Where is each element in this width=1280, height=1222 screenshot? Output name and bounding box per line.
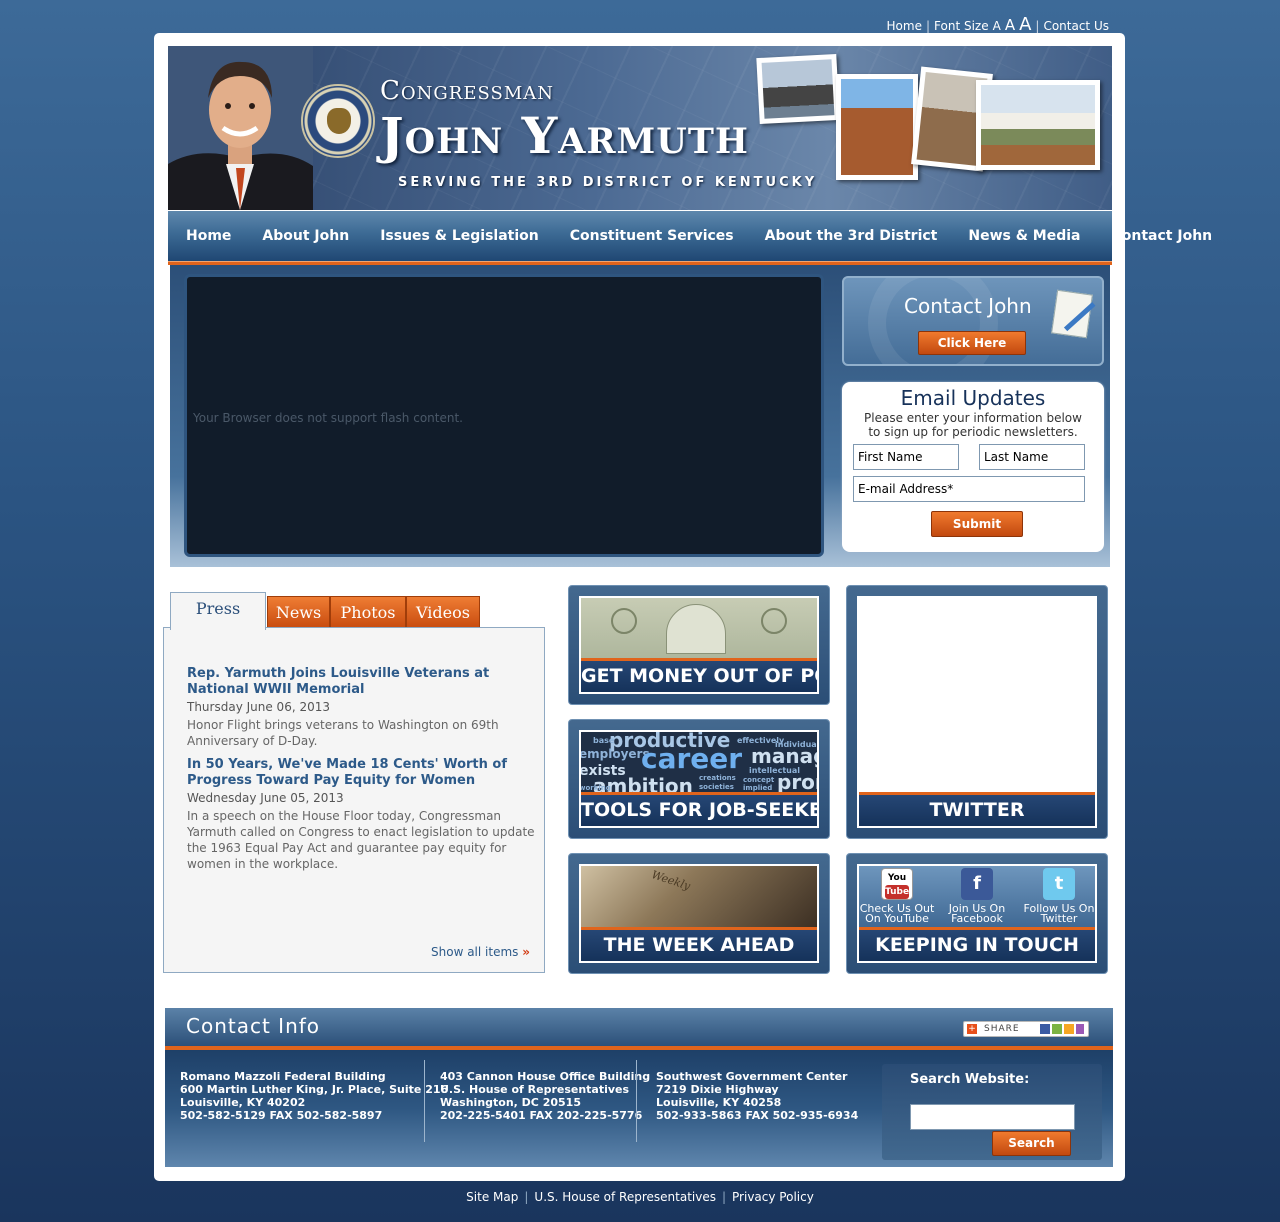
search-input[interactable] xyxy=(910,1104,1075,1130)
house-link[interactable]: U.S. House of Representatives xyxy=(534,1190,716,1204)
tab-press[interactable]: Press xyxy=(170,592,266,630)
week-ahead-tile[interactable]: Weekly THE WEEK AHEAD xyxy=(568,853,830,974)
privacy-policy-link[interactable]: Privacy Policy xyxy=(732,1190,814,1204)
nav-news-media[interactable]: News & Media xyxy=(950,228,1080,244)
press-date: Wednesday June 05, 2013 xyxy=(187,791,344,805)
contact-john-title: Contact John xyxy=(904,294,1032,318)
contact-info-header: Contact Info + SHARE xyxy=(165,1008,1113,1046)
house-seal-icon xyxy=(301,84,375,158)
last-name-field[interactable] xyxy=(979,444,1085,470)
facebook-link[interactable]: f Join Us On Facebook xyxy=(937,868,1017,924)
press-date: Thursday June 06, 2013 xyxy=(187,700,330,714)
skyline-photo xyxy=(756,53,840,125)
site-map-link[interactable]: Site Map xyxy=(466,1190,518,1204)
louisville-office-address: Romano Mazzoli Federal Building 600 Mart… xyxy=(180,1070,449,1122)
main-nav: Home About John Issues & Legislation Con… xyxy=(168,211,1212,261)
bat-building-photo xyxy=(836,74,918,180)
facebook-label: Join Us On Facebook xyxy=(948,902,1006,925)
youtube-label: Check Us Out On YouTube xyxy=(859,902,935,925)
plus-icon: + xyxy=(967,1024,977,1034)
chevron-right-icon: » xyxy=(522,945,530,959)
separator: | xyxy=(1035,19,1040,33)
washington-office-address: 403 Cannon House Office Building U.S. Ho… xyxy=(440,1070,651,1122)
banner-title-name: John Yarmuth xyxy=(380,106,749,165)
keeping-in-touch-tile: You Tube Check Us Out On YouTube f Join … xyxy=(846,853,1108,974)
southwest-office-address: Southwest Government Center 7219 Dixie H… xyxy=(656,1070,859,1122)
utility-nav: Home | Font Size A A A | Contact Us xyxy=(887,14,1109,35)
twitter-icon: t xyxy=(1043,868,1075,900)
nav-about-john[interactable]: About John xyxy=(244,228,349,244)
press-summary: In a speech on the House Floor today, Co… xyxy=(187,809,535,871)
tab-photos[interactable]: Photos xyxy=(330,596,406,628)
twitter-feed-area xyxy=(859,598,1095,792)
tab-news[interactable]: News xyxy=(267,596,330,628)
youtube-link[interactable]: You Tube Check Us Out On YouTube xyxy=(859,868,937,925)
page-frame: Congressman John Yarmuth SERVING THE 3RD… xyxy=(154,33,1212,1181)
youtube-icon: You xyxy=(887,873,907,883)
divider xyxy=(424,1060,425,1142)
press-panel: Rep. Yarmuth Joins Louisville Veterans a… xyxy=(163,627,545,973)
email-updates-title: Email Updates xyxy=(900,386,1046,410)
tab-videos[interactable]: Videos xyxy=(406,596,480,628)
separator: | xyxy=(925,19,931,33)
nav-issues-legislation[interactable]: Issues & Legislation xyxy=(362,228,539,244)
search-label: Search Website: xyxy=(910,1072,1030,1087)
banner-title-congressman: Congressman xyxy=(380,76,554,106)
footer-links: Site Map | U.S. House of Representatives | P… xyxy=(466,1190,814,1204)
job-seekers-tile[interactable]: productive employers career manag exists… xyxy=(568,719,830,839)
notepad-pen-icon xyxy=(1051,289,1096,339)
share-button[interactable]: + SHARE xyxy=(963,1021,1089,1037)
flash-slideshow[interactable]: Your Browser does not support flash cont… xyxy=(184,274,824,557)
press-headline[interactable]: In 50 Years, We've Made 18 Cents' Worth … xyxy=(187,757,537,789)
util-home-link[interactable]: Home xyxy=(887,19,922,33)
nav-about-district[interactable]: About the 3rd District xyxy=(747,228,938,244)
twitter-feed-tile[interactable]: TWITTER xyxy=(846,585,1108,839)
contact-info-title: Contact Info xyxy=(186,1014,321,1038)
twitter-tile-caption: TWITTER xyxy=(859,792,1095,826)
flash-unsupported-text: Your Browser does not support flash cont… xyxy=(193,411,463,425)
font-size-label: Font Size xyxy=(934,19,989,33)
search-button[interactable]: Search xyxy=(992,1131,1071,1156)
press-summary: Honor Flight brings veterans to Washingt… xyxy=(187,718,499,748)
email-updates-subtitle: Please enter your information below to s… xyxy=(864,411,1082,439)
facebook-icon: f xyxy=(961,868,993,900)
header-banner: Congressman John Yarmuth SERVING THE 3RD… xyxy=(168,46,1112,210)
show-all-label: Show all items xyxy=(431,945,519,959)
jobs-tile-caption: TOOLS FOR JOB-SEEKERS xyxy=(581,792,817,826)
social-links: You Tube Check Us Out On YouTube f Join … xyxy=(859,866,1095,928)
site-search: Search Website: Search xyxy=(882,1064,1102,1160)
util-contact-link[interactable]: Contact Us xyxy=(1043,19,1109,33)
news-tabs: Press News Photos Videos Rep. Yarmuth Jo… xyxy=(163,592,545,974)
press-item: Rep. Yarmuth Joins Louisville Veterans a… xyxy=(187,666,537,749)
keeping-in-touch-caption: KEEPING IN TOUCH xyxy=(859,927,1095,961)
first-name-field[interactable] xyxy=(853,444,959,470)
contact-john-box: Contact John Click Here xyxy=(842,276,1104,366)
banner-tagline: SERVING THE 3RD DISTRICT OF KENTUCKY xyxy=(398,175,818,190)
contact-info-body: Romano Mazzoli Federal Building 600 Mart… xyxy=(165,1050,1113,1167)
twitter-label: Follow Us On Twitter xyxy=(1023,902,1095,925)
email-updates-box: Email Updates Please enter your informat… xyxy=(842,382,1104,552)
nav-constituent-services[interactable]: Constituent Services xyxy=(552,228,734,244)
racetrack-photo xyxy=(976,80,1100,170)
font-size-medium[interactable]: A xyxy=(1005,16,1015,34)
email-address-field[interactable] xyxy=(853,476,1085,502)
congressman-portrait xyxy=(168,46,313,210)
money-tile-caption: GET MONEY OUT OF POLITICS xyxy=(581,658,817,692)
share-label: SHARE xyxy=(984,1024,1020,1034)
divider xyxy=(636,1060,637,1142)
contact-click-here-button[interactable]: Click Here xyxy=(918,331,1026,355)
press-headline[interactable]: Rep. Yarmuth Joins Louisville Veterans a… xyxy=(187,666,537,698)
font-size-small[interactable]: A xyxy=(993,19,1001,33)
nav-home[interactable]: Home xyxy=(168,228,231,244)
twitter-link[interactable]: t Follow Us On Twitter xyxy=(1019,868,1095,925)
weekly-planner-image: Weekly xyxy=(581,866,817,928)
week-tile-caption: THE WEEK AHEAD xyxy=(581,927,817,961)
money-out-of-politics-tile[interactable]: GET MONEY OUT OF POLITICS xyxy=(568,585,830,705)
press-item: In 50 Years, We've Made 18 Cents' Worth … xyxy=(187,757,537,872)
social-bookmark-icons xyxy=(1040,1024,1084,1034)
font-size-large[interactable]: A xyxy=(1019,14,1031,35)
show-all-items-link[interactable]: Show all items » xyxy=(431,945,530,959)
nav-contact-john[interactable]: Contact John xyxy=(1094,228,1213,244)
email-submit-button[interactable]: Submit xyxy=(931,511,1023,537)
